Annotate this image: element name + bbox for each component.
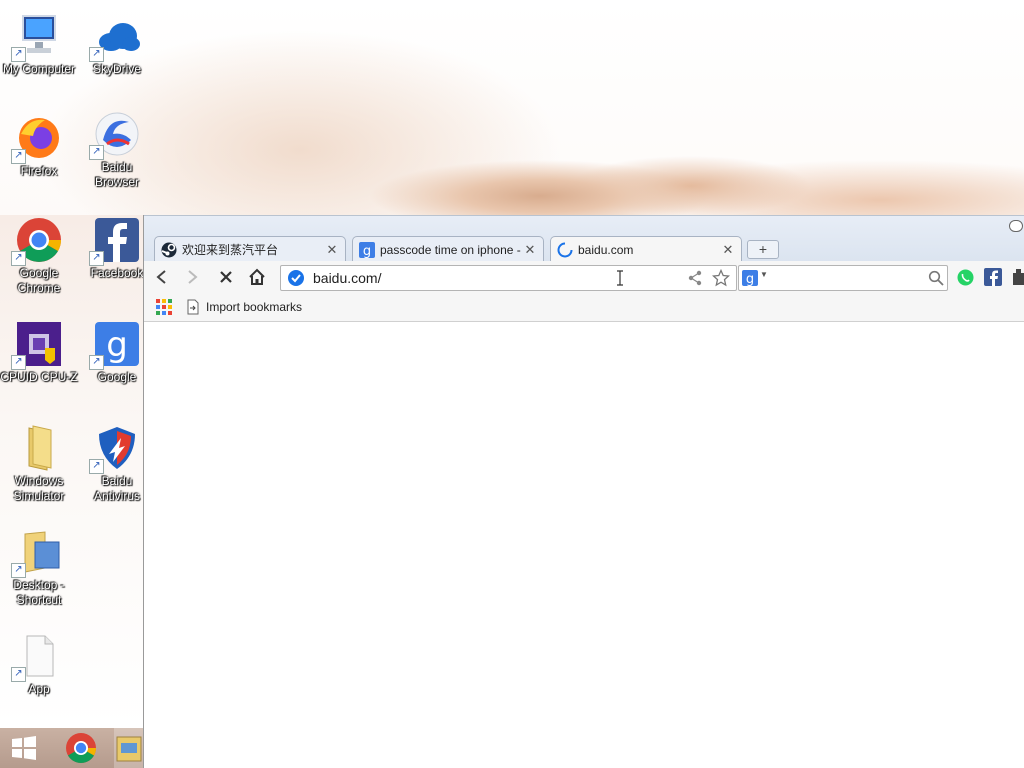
desktop-icon-cpuid-cpu-z[interactable]: ↗ CPUID CPU-Z xyxy=(0,320,78,385)
chrome-icon xyxy=(66,733,97,764)
google-icon: g ↗ xyxy=(89,320,141,370)
cloud-icon: ↗ xyxy=(89,12,141,62)
share-icon xyxy=(688,270,702,286)
desktop-icon-my-computer[interactable]: ↗ My Computer xyxy=(0,12,78,77)
star-icon xyxy=(712,269,730,287)
firefox-icon: ↗ xyxy=(11,114,63,164)
tab-passcode[interactable]: g passcode time on iphone - ✕ xyxy=(352,236,544,262)
address-bar[interactable]: baidu.com/ xyxy=(280,265,737,291)
stop-x-icon xyxy=(220,271,232,283)
loading-icon xyxy=(557,242,573,258)
facebook-icon: ↗ xyxy=(89,216,141,266)
search-box[interactable]: g ▼ xyxy=(738,265,948,291)
home-button[interactable] xyxy=(246,266,268,288)
desktop-icon-firefox[interactable]: ↗ Firefox xyxy=(0,114,78,179)
taskbar xyxy=(0,728,143,768)
desktop-icon-windows-simulator[interactable]: Windows Simulator xyxy=(0,424,78,504)
desktop-icon-app[interactable]: ↗ App xyxy=(0,632,78,697)
close-icon[interactable]: ✕ xyxy=(721,242,735,258)
desktop-icon-baidu-browser[interactable]: ↗ Baidu Browser xyxy=(78,110,156,190)
desktop-icon-google-chrome[interactable]: ↗ Google Chrome xyxy=(0,216,78,296)
desktop-icon-skydrive[interactable]: ↗ SkyDrive xyxy=(78,12,156,77)
google-icon: g xyxy=(359,241,375,258)
toolbar: baidu.com/ g ▼ xyxy=(144,261,1024,293)
search-input[interactable] xyxy=(773,268,925,288)
start-button[interactable] xyxy=(0,728,48,768)
tab-strip: 欢迎来到蒸汽平台 ✕ g passcode time on iphone - ✕… xyxy=(144,215,1024,263)
whatsapp-icon[interactable] xyxy=(957,269,974,286)
shield-icon: ↗ xyxy=(89,424,141,474)
tab-steam[interactable]: 欢迎来到蒸汽平台 ✕ xyxy=(154,236,346,262)
tab-baidu[interactable]: baidu.com ✕ xyxy=(550,236,742,263)
file-icon: ↗ xyxy=(11,632,63,682)
facebook-icon[interactable] xyxy=(984,268,1002,286)
browser-window: 欢迎来到蒸汽平台 ✕ g passcode time on iphone - ✕… xyxy=(143,215,1024,768)
profile-icon[interactable] xyxy=(1009,220,1023,232)
extension-icon[interactable] xyxy=(1012,268,1024,286)
cpuz-icon: ↗ xyxy=(11,320,63,370)
import-bookmarks-link[interactable]: Import bookmarks xyxy=(186,298,302,316)
svg-text:g: g xyxy=(106,325,128,365)
chrome-icon: ↗ xyxy=(11,216,63,266)
apps-grid-icon[interactable] xyxy=(156,299,173,316)
back-arrow-icon xyxy=(156,270,166,284)
google-search-engine-icon: g xyxy=(742,270,758,286)
svg-text:g: g xyxy=(363,244,371,258)
baidu-browser-icon: ↗ xyxy=(89,110,141,160)
explorer-icon xyxy=(116,736,141,762)
stop-button[interactable] xyxy=(215,266,237,288)
dropdown-arrow-icon[interactable]: ▼ xyxy=(760,270,768,279)
page-content xyxy=(144,322,1024,768)
computer-icon: ↗ xyxy=(11,12,63,62)
forward-button[interactable] xyxy=(181,266,203,288)
address-text: baidu.com/ xyxy=(313,270,382,286)
start-icon xyxy=(12,736,36,760)
bookmarks-bar: Import bookmarks xyxy=(144,293,1024,322)
desktop-shortcut-icon: ↗ xyxy=(11,528,63,578)
desktop-icon-desktop-shortcut[interactable]: ↗ Desktop - Shortcut xyxy=(0,528,78,608)
svg-text:g: g xyxy=(746,272,754,286)
secure-check-icon xyxy=(288,270,304,286)
text-cursor-icon xyxy=(617,270,623,286)
new-tab-button[interactable]: + xyxy=(747,240,779,259)
steam-icon xyxy=(161,242,177,257)
import-icon xyxy=(187,299,199,315)
forward-arrow-icon xyxy=(188,270,198,284)
close-icon[interactable]: ✕ xyxy=(523,242,537,258)
folder-icon xyxy=(15,424,63,472)
home-icon xyxy=(249,268,265,285)
taskbar-chrome[interactable] xyxy=(57,728,105,768)
back-button[interactable] xyxy=(151,266,173,288)
magnifier-icon xyxy=(928,270,944,286)
close-icon[interactable]: ✕ xyxy=(325,242,339,258)
taskbar-explorer[interactable] xyxy=(114,728,143,768)
